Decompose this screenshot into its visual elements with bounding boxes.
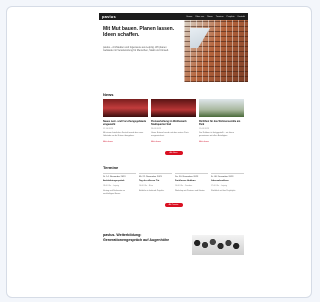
teaser-title: pavlus. Weiterbildung: Generationengespr… — [103, 233, 170, 242]
event-item[interactable]: Mi. 22. November 2023 Tag der offenen Tü… — [139, 172, 172, 196]
hero-section: Mit Mut bauen. Planen lassen. Ideen scha… — [99, 20, 248, 82]
event-date: Fr. 08. Dezember 2023 — [211, 175, 234, 178]
event-meta: 14:00 Uhr · Dresden — [175, 185, 193, 188]
news-title: Preisverleihung im Wettbewerb Stadtquart… — [151, 120, 187, 126]
all-events-button[interactable]: Alle Termine — [164, 203, 183, 208]
web-page: pavlus Home Über uns News Termine Projek… — [99, 13, 248, 297]
event-title: Jahresabschluss — [211, 179, 229, 182]
event-text: Workshop mit Partnern und Gästen. — [175, 189, 206, 192]
hero-title: Mit Mut bauen. Planen lassen. Ideen scha… — [103, 26, 175, 38]
browser-frame: pavlus Home Über uns News Termine Projek… — [6, 6, 312, 298]
nav-item-home[interactable]: Home — [187, 16, 193, 18]
event-date: Di. 14. November 2023 — [103, 175, 126, 178]
event-text: Rückblick auf das Projektjahr. — [211, 189, 236, 192]
news-card[interactable]: Preisverleihung im Wettbewerb Stadtquart… — [151, 99, 196, 143]
teaser-group-image — [192, 235, 244, 256]
news-text: Mit einem feierlichen Festakt wurde das … — [103, 132, 144, 137]
events-list: Di. 14. November 2023 Architekturgespräc… — [99, 170, 248, 196]
news-title: Neues Lern- und Forschungsgebäude eingew… — [103, 120, 147, 126]
event-title: Architekturgespräch — [103, 179, 125, 182]
news-title: Richtfest für das Wohnensemble am Park — [199, 120, 241, 126]
event-meta: 17:00 Uhr · Leipzig — [211, 185, 227, 188]
news-read-more-link[interactable]: Mehr lesen — [151, 141, 196, 143]
hero-building-image — [184, 20, 248, 82]
event-item[interactable]: Do. 30. November 2023 Fachforum Holzbau … — [175, 172, 208, 196]
news-date: 15.09.2023 — [199, 128, 210, 130]
nav-item-news[interactable]: News — [207, 16, 212, 18]
event-title: Tag der offenen Tür — [139, 179, 160, 182]
news-read-more-link[interactable]: Mehr lesen — [103, 141, 148, 143]
news-image — [151, 99, 196, 117]
news-text: Unser Entwurf wurde mit dem ersten Preis… — [151, 132, 189, 137]
news-date: 28.09.2023 — [151, 128, 162, 130]
event-item[interactable]: Di. 14. November 2023 Architekturgespräc… — [103, 172, 136, 196]
event-text: Einblicke in laufende Projekte. — [139, 189, 165, 192]
event-date: Mi. 22. November 2023 — [139, 175, 162, 178]
nav-item-contact[interactable]: Kontakt — [238, 16, 245, 18]
hero-text: pavlus – Architekten und Ingenieure aus … — [103, 46, 169, 53]
top-navigation: pavlus Home Über uns News Termine Projek… — [99, 13, 248, 20]
site-logo[interactable]: pavlus — [102, 14, 116, 19]
event-title: Fachforum Holzbau — [175, 179, 196, 182]
nav-item-about[interactable]: Über uns — [195, 16, 204, 18]
news-card[interactable]: Richtfest für das Wohnensemble am Park 1… — [199, 99, 244, 143]
all-news-button[interactable]: Alle News — [164, 150, 183, 155]
news-text: Der Rohbau ist fertiggestellt – wir feie… — [199, 132, 235, 137]
event-item[interactable]: Fr. 08. Dezember 2023 Jahresabschluss 17… — [211, 172, 244, 196]
news-card[interactable]: Neues Lern- und Forschungsgebäude eingew… — [103, 99, 148, 143]
event-meta: 10:00 Uhr · Büro — [139, 185, 153, 188]
teaser-section: pavlus. Weiterbildung: Generationengespr… — [99, 229, 248, 259]
nav-item-events[interactable]: Termine — [216, 16, 224, 18]
news-list: Neues Lern- und Forschungsgebäude eingew… — [99, 97, 248, 143]
news-image — [199, 99, 244, 117]
news-read-more-link[interactable]: Mehr lesen — [199, 141, 244, 143]
event-meta: 18:00 Uhr · Leipzig — [103, 185, 119, 188]
nav-menu: Home Über uns News Termine Projekte Kont… — [187, 16, 245, 18]
nav-item-projects[interactable]: Projekte — [227, 16, 235, 18]
event-date: Do. 30. November 2023 — [175, 175, 199, 178]
event-text: Vortrag und Diskussion zu nachhaltigem B… — [103, 189, 125, 195]
news-date: 12.10.2023 — [103, 128, 114, 130]
news-image — [103, 99, 148, 117]
